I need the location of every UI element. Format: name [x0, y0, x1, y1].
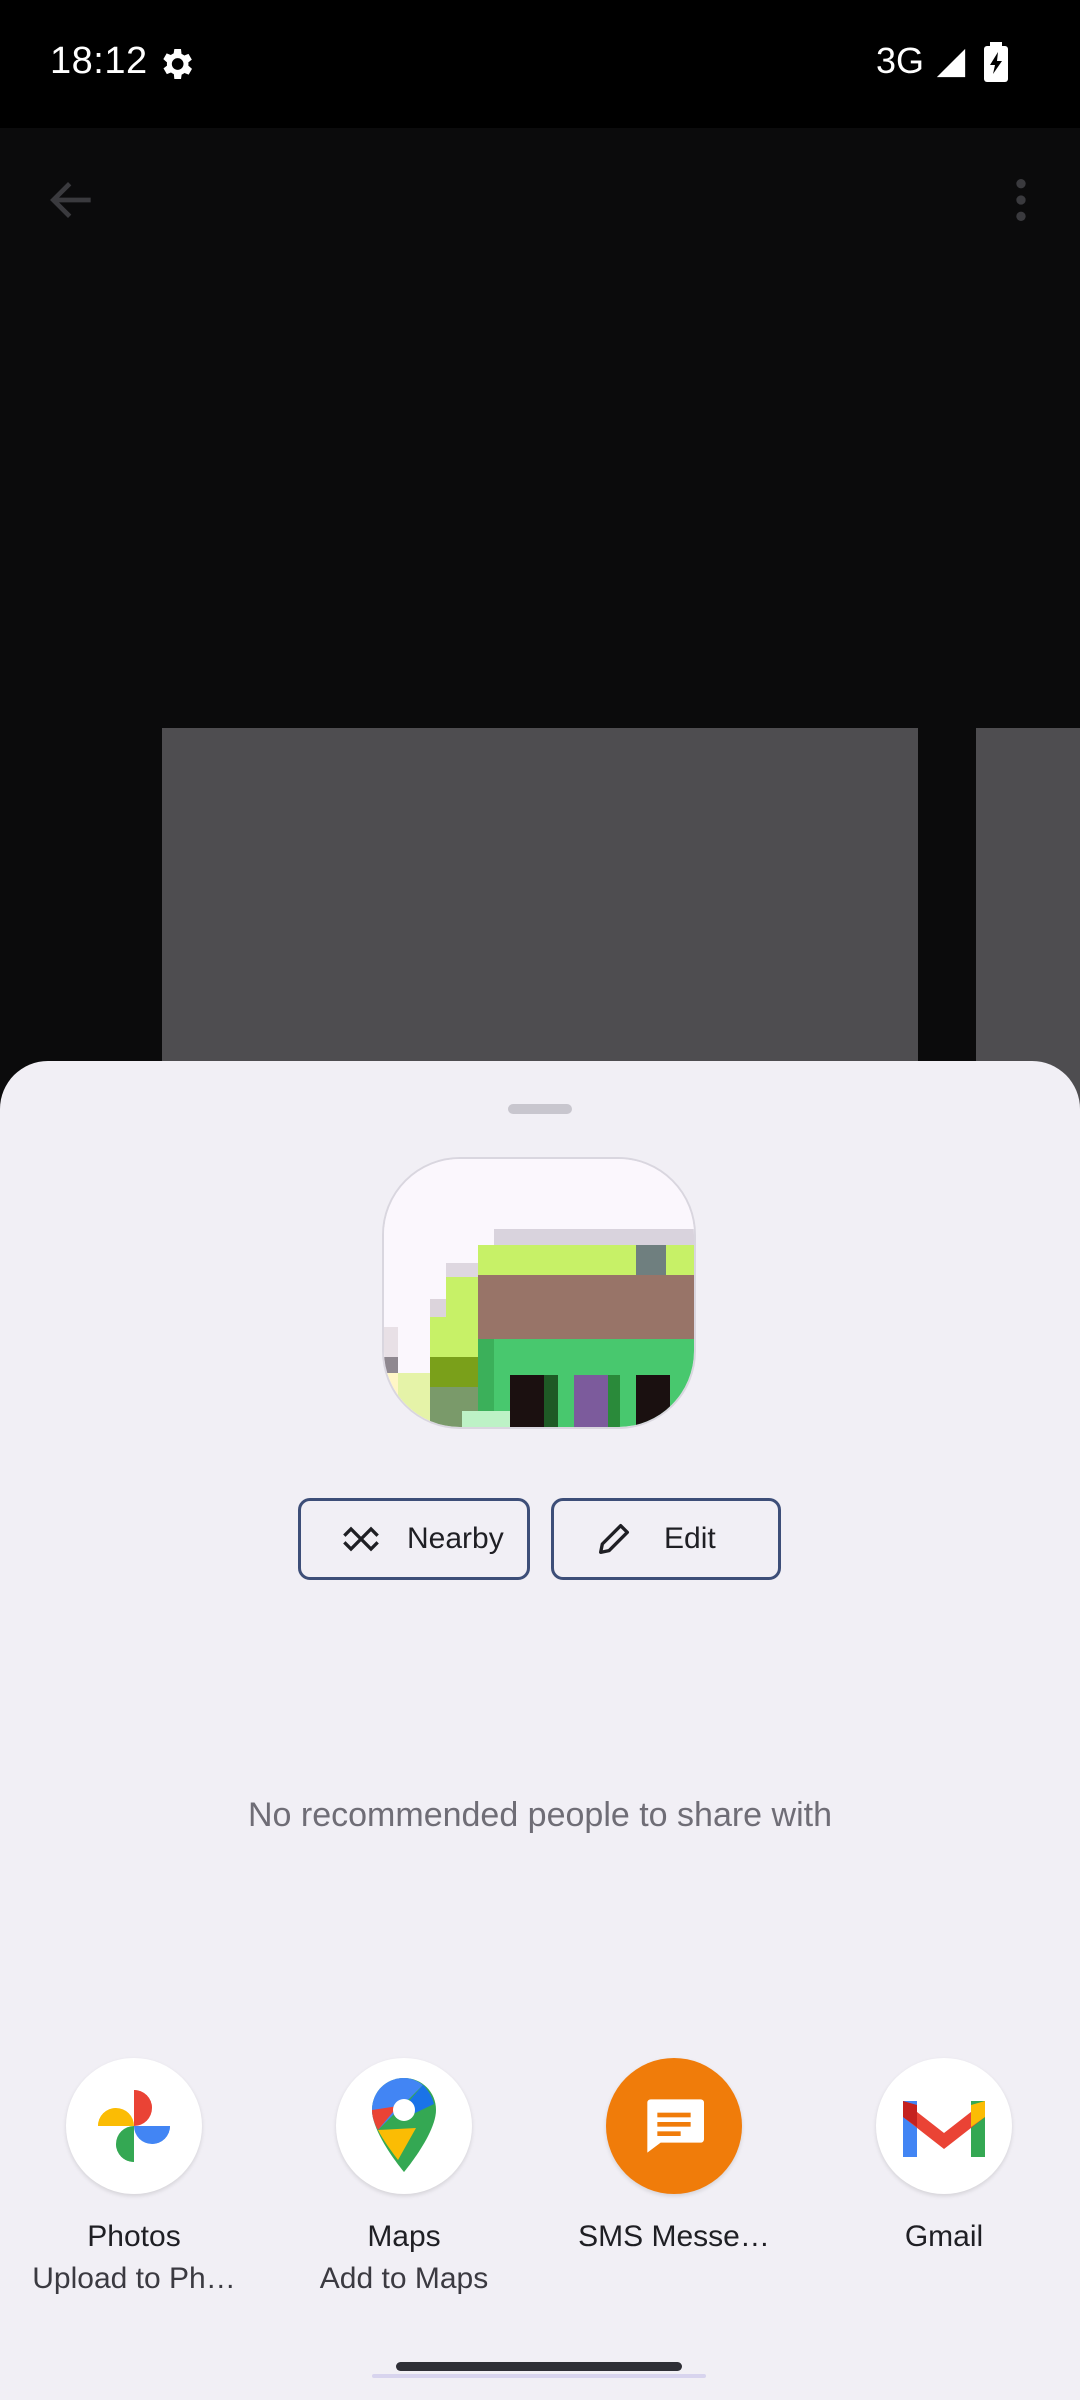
- nearby-label: Nearby: [407, 1522, 504, 1555]
- network-type: 3G: [876, 40, 925, 81]
- signal-icon: [936, 48, 966, 78]
- share-target-maps[interactable]: Maps Add to Maps: [279, 2058, 529, 2296]
- share-target-gmail[interactable]: Gmail: [819, 2058, 1069, 2262]
- battery-charging-icon: [984, 42, 1008, 82]
- no-recommendations-text: No recommended people to share with: [248, 1796, 832, 1834]
- nav-handle-glow: [372, 2374, 706, 2378]
- sheet-drag-handle[interactable]: [508, 1104, 572, 1114]
- google-photos-icon: [66, 2058, 202, 2194]
- app-name: Gmail: [904, 2220, 984, 2253]
- edit-label: Edit: [664, 1522, 716, 1555]
- gmail-icon: [876, 2058, 1012, 2194]
- app-subtitle: Upload to Ph…: [32, 2262, 236, 2295]
- app-name: Maps: [367, 2220, 441, 2253]
- shared-image-preview: [382, 1157, 696, 1429]
- share-target-sms[interactable]: SMS Messe…: [549, 2058, 799, 2262]
- status-time: 18:12: [50, 40, 148, 82]
- google-maps-icon: [336, 2058, 472, 2194]
- edit-button[interactable]: Edit: [551, 1498, 781, 1580]
- back-arrow-icon[interactable]: [44, 172, 100, 228]
- share-target-photos[interactable]: Photos Upload to Ph…: [9, 2058, 259, 2296]
- app-name: Photos: [87, 2220, 181, 2253]
- app-subtitle: Add to Maps: [319, 2262, 489, 2295]
- nearby-share-icon: [343, 1526, 379, 1552]
- pencil-icon: [599, 1524, 629, 1554]
- app-name: SMS Messe…: [578, 2220, 770, 2253]
- sms-messages-icon: [606, 2058, 742, 2194]
- more-vert-icon[interactable]: [1006, 172, 1036, 228]
- gesture-nav-handle[interactable]: [396, 2362, 682, 2371]
- status-bar: 18:12 3G: [0, 0, 1080, 128]
- settings-gear-icon: [163, 49, 192, 79]
- nearby-share-button[interactable]: Nearby: [298, 1498, 530, 1580]
- preview-thumbnail-image: [384, 1159, 694, 1427]
